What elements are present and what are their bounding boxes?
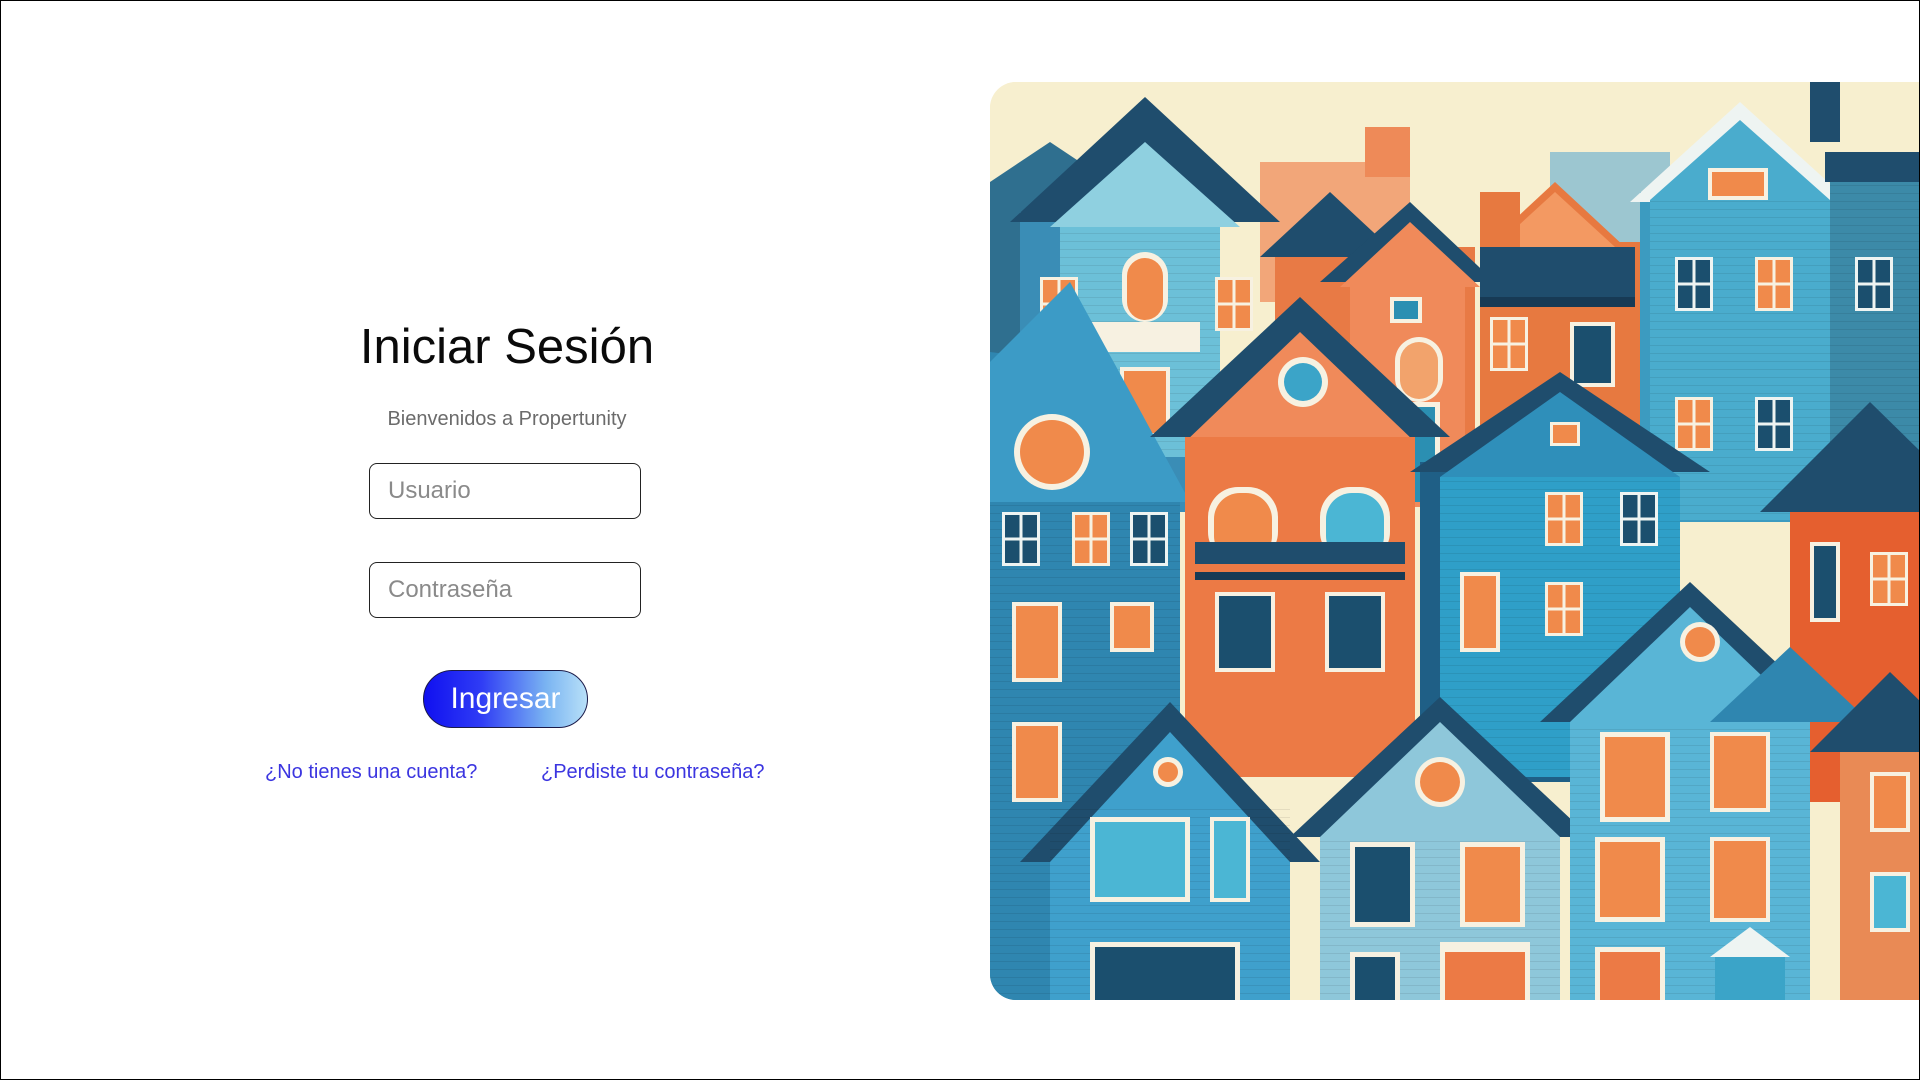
login-button[interactable]: Ingresar [423, 670, 588, 728]
login-form: Iniciar Sesión Bienvenidos a Propertunit… [251, 301, 764, 801]
password-input[interactable] [369, 562, 641, 618]
forgot-password-link[interactable]: ¿Perdiste tu contraseña? [541, 761, 764, 784]
page-title: Iniciar Sesión [359, 320, 655, 374]
login-page: Iniciar Sesión Bienvenidos a Propertunit… [0, 0, 1920, 1080]
welcome-subtitle: Bienvenidos a Propertunity [387, 408, 627, 430]
houses-illustration [990, 82, 1919, 1000]
username-input[interactable] [369, 463, 641, 519]
register-link[interactable]: ¿No tienes una cuenta? [265, 761, 477, 784]
